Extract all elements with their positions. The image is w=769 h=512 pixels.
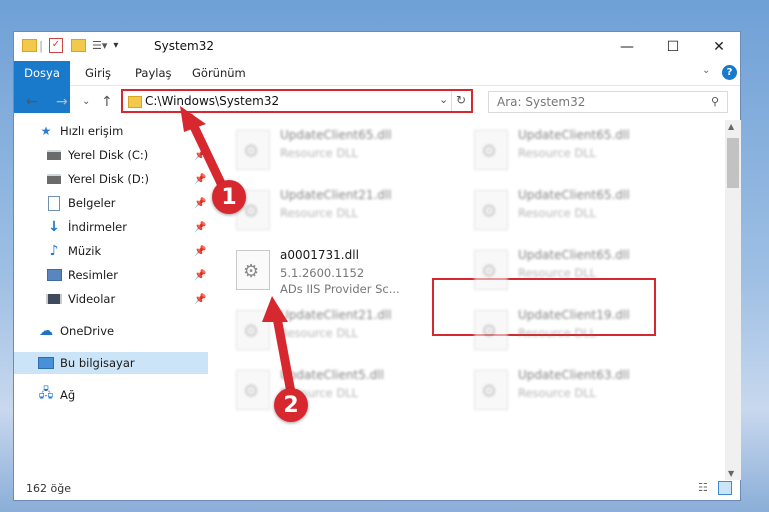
status-bar: 162 öğe ☷ [14, 478, 740, 500]
sidebar-item-local-disk-c[interactable]: Yerel Disk (C:) 📌 [14, 144, 208, 166]
navigation-pane: ★ Hızlı erişim Yerel Disk (C:) 📌 Yerel D… [14, 120, 208, 480]
dll-file-icon: ⚙ [236, 250, 270, 290]
dll-file-icon: ⚙ [474, 130, 508, 170]
dll-file-icon: ⚙ [474, 310, 508, 350]
file-version: 5.1.2600.1152 [280, 266, 365, 280]
minimize-button[interactable]: — [604, 32, 650, 61]
sidebar-item-documents[interactable]: Belgeler 📌 [14, 192, 208, 214]
title-bar: | ✓ ☰▾ ▾ System32 — ☐ ✕ [14, 32, 740, 61]
scroll-up-icon[interactable]: ▲ [728, 122, 734, 131]
search-icon: ⚲ [710, 95, 719, 108]
drive-icon [46, 171, 62, 187]
refresh-icon[interactable]: ↻ [456, 93, 466, 107]
new-folder-icon[interactable] [71, 39, 86, 52]
search-input[interactable]: Ara: System32 ⚲ [488, 91, 728, 113]
sidebar-item-videos[interactable]: Videolar 📌 [14, 288, 208, 310]
drive-icon [46, 147, 62, 163]
file-item[interactable]: ⚙ UpdateClient65.dll Resource DLL [230, 124, 450, 176]
item-count: 162 öğe [26, 482, 71, 495]
annotation-badge-2: 2 [274, 388, 308, 422]
star-icon: ★ [40, 124, 52, 138]
file-name: a0001731.dll [280, 248, 359, 262]
file-item[interactable]: ⚙ UpdateClient65.dll Resource DLL [468, 184, 688, 236]
address-path: C:\Windows\System32 [145, 94, 280, 108]
file-item[interactable]: ⚙ UpdateClient65.dll Resource DLL [468, 124, 688, 176]
computer-icon [38, 355, 54, 371]
forward-arrow-icon[interactable]: → [56, 94, 68, 110]
dll-file-icon: ⚙ [474, 190, 508, 230]
pin-icon[interactable]: 📌 [194, 174, 206, 185]
properties-icon[interactable]: ✓ [49, 38, 63, 53]
dropdown-icon[interactable]: ▾ [113, 40, 118, 51]
network-icon: 🖧 [38, 386, 54, 401]
up-arrow-icon[interactable]: ↑ [101, 94, 113, 110]
tab-share[interactable]: Paylaş [135, 61, 172, 85]
vertical-scrollbar[interactable]: ▲ ▼ [725, 120, 741, 480]
folder-icon [22, 39, 37, 52]
documents-icon [46, 195, 62, 211]
details-view-icon[interactable]: ☷ [698, 481, 708, 494]
address-bar[interactable]: C:\Windows\System32 ⌄ ↻ [121, 89, 473, 113]
tab-home[interactable]: Giriş [85, 61, 111, 85]
downloads-icon: ↓ [48, 219, 60, 235]
file-item[interactable]: ⚙ UpdateClient65.dll Resource DLL [468, 244, 688, 296]
file-item[interactable]: ⚙ UpdateClient5.dll Resource DLL [230, 364, 450, 416]
target-dll-file-item[interactable]: ⚙ a0001731.dll 5.1.2600.1152 ADs IIS Pro… [230, 244, 450, 296]
separator [451, 91, 452, 111]
quick-access-toolbar: | ✓ ☰▾ ▾ [22, 38, 118, 53]
file-list: ⚙ UpdateClient65.dll Resource DLL ⚙ Upda… [210, 120, 724, 480]
pictures-icon [46, 267, 62, 283]
file-item[interactable]: ⚙ UpdateClient21.dll Resource DLL [230, 304, 450, 356]
file-item[interactable]: ⚙ UpdateClient19.dll Resource DLL [468, 304, 688, 356]
file-item[interactable]: ⚙ UpdateClient63.dll Resource DLL [468, 364, 688, 416]
pin-icon[interactable]: 📌 [194, 198, 206, 209]
sidebar-item-onedrive[interactable]: ☁ OneDrive [14, 320, 208, 342]
file-description: ADs IIS Provider Sc... [280, 282, 400, 296]
pin-icon[interactable]: 📌 [194, 150, 206, 161]
sidebar-item-quick-access[interactable]: ★ Hızlı erişim [14, 120, 208, 142]
window-title: System32 [154, 39, 215, 53]
dll-file-icon: ⚙ [236, 310, 270, 350]
large-icons-view-icon[interactable] [718, 481, 732, 495]
pin-icon[interactable]: 📌 [194, 294, 206, 305]
scroll-down-icon[interactable]: ▼ [728, 469, 734, 478]
customize-toolbar-icon[interactable]: ☰▾ [92, 39, 107, 52]
pin-icon[interactable]: 📌 [194, 270, 206, 281]
help-icon[interactable]: ? [722, 65, 737, 80]
sidebar-item-this-pc[interactable]: Bu bilgisayar [14, 352, 208, 374]
dll-file-icon: ⚙ [236, 370, 270, 410]
sidebar-item-local-disk-d[interactable]: Yerel Disk (D:) 📌 [14, 168, 208, 190]
back-arrow-icon[interactable]: ← [26, 94, 38, 110]
chevron-down-icon[interactable]: ⌄ [439, 93, 448, 106]
explorer-window: | ✓ ☰▾ ▾ System32 — ☐ ✕ Dosya Giriş Payl… [13, 31, 741, 501]
folder-icon [128, 96, 142, 108]
pin-icon[interactable]: 📌 [194, 246, 206, 257]
separator: | [39, 38, 43, 53]
close-button[interactable]: ✕ [696, 32, 742, 61]
search-placeholder: Ara: System32 [497, 95, 586, 109]
dll-file-icon: ⚙ [474, 250, 508, 290]
music-icon: ♪ [49, 243, 59, 259]
sidebar-item-pictures[interactable]: Resimler 📌 [14, 264, 208, 286]
expand-ribbon-icon[interactable]: ⌄ [702, 65, 710, 76]
cloud-icon: ☁ [39, 323, 53, 339]
dll-file-icon: ⚙ [236, 130, 270, 170]
maximize-button[interactable]: ☐ [650, 32, 696, 61]
videos-icon [46, 291, 62, 307]
sidebar-item-music[interactable]: ♪ Müzik 📌 [14, 240, 208, 262]
tab-view[interactable]: Görünüm [192, 61, 246, 85]
recent-locations-icon[interactable]: ⌄ [82, 96, 90, 107]
scrollbar-thumb[interactable] [727, 138, 739, 188]
dll-file-icon: ⚙ [474, 370, 508, 410]
file-item[interactable]: ⚙ UpdateClient21.dll Resource DLL [230, 184, 450, 236]
sidebar-item-downloads[interactable]: ↓ İndirmeler 📌 [14, 216, 208, 238]
sidebar-item-network[interactable]: 🖧 Ağ [14, 384, 208, 406]
annotation-badge-1: 1 [212, 180, 246, 214]
ribbon-tabs: Dosya Giriş Paylaş Görünüm ⌄ ? [14, 61, 740, 113]
navigation-bar: ← → ⌄ ↑ C:\Windows\System32 ⌄ ↻ Ara: Sys… [14, 86, 740, 118]
pin-icon[interactable]: 📌 [194, 222, 206, 233]
